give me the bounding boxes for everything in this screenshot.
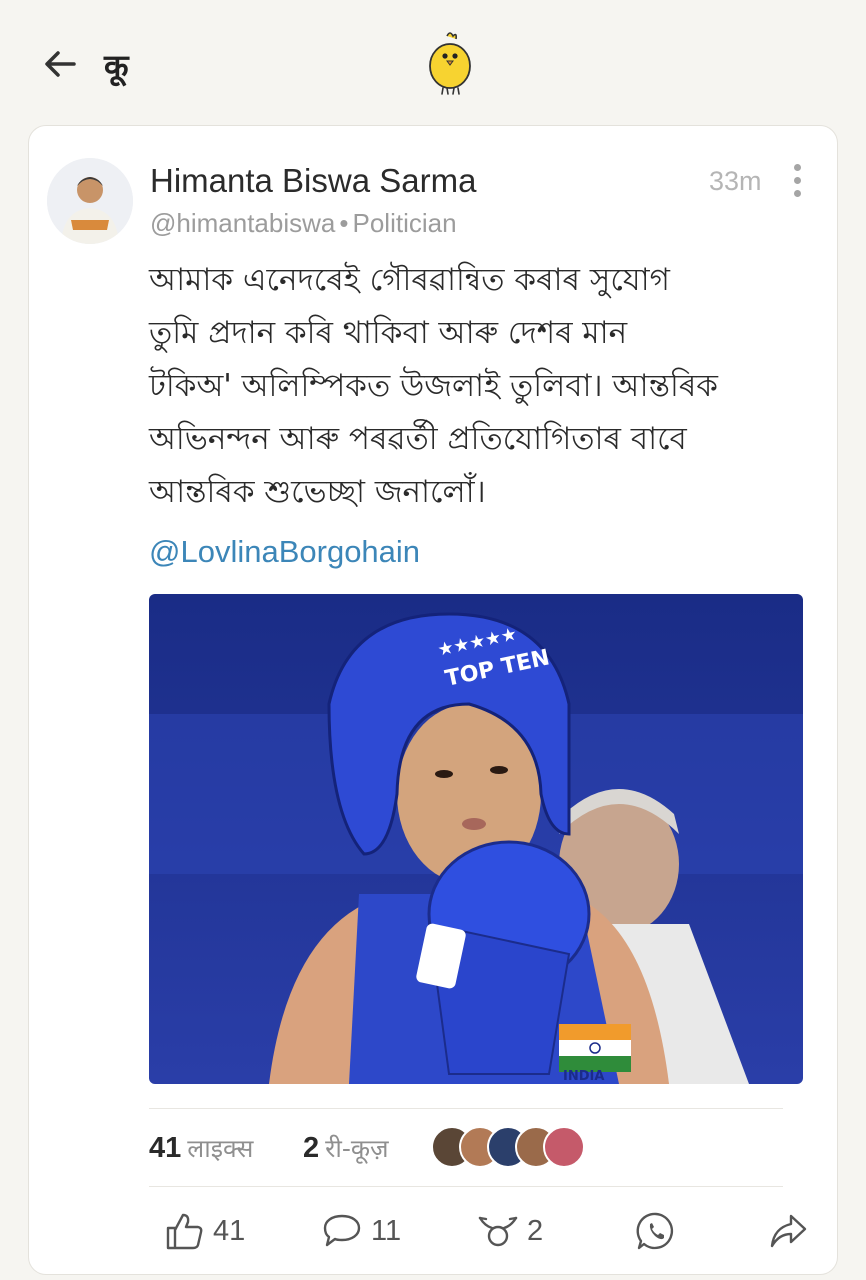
rekoos-stat[interactable]: 2 री-कूज़ (303, 1130, 389, 1165)
more-options-button[interactable] (789, 164, 805, 198)
like-button[interactable]: 41 (163, 1206, 245, 1256)
post-timestamp: 33m (709, 166, 762, 196)
post-text: আমাক এনেদৰেই গৌৰৱান্বিত কৰাৰ সুযোগ তুমি … (149, 262, 718, 510)
post-actions: 41 11 2 (149, 1206, 809, 1256)
liker-avatar (543, 1126, 585, 1168)
top-bar: कू (0, 0, 866, 125)
rekoo-icon (478, 1216, 518, 1247)
thumbs-up-icon (166, 1213, 203, 1250)
author-name[interactable]: Himanta Biswa Sarma (150, 162, 476, 200)
share-button[interactable] (767, 1206, 809, 1256)
whatsapp-icon (636, 1212, 674, 1250)
comment-count: 11 (371, 1214, 402, 1247)
likes-label: लाइक्स (187, 1134, 254, 1163)
share-arrow-icon (770, 1214, 807, 1248)
divider-top (149, 1108, 783, 1109)
rekoo-button[interactable]: 2 (477, 1206, 543, 1256)
author-avatar[interactable] (47, 158, 133, 244)
post-image[interactable]: TOP TEN ★★★★★ INDIA (149, 594, 803, 1084)
author-meta: @himantabiswa • Politician (150, 208, 457, 239)
mention-link[interactable]: @LovlinaBorgohain (149, 534, 420, 570)
author-handle[interactable]: @himantabiswa (150, 208, 335, 238)
app-title: कू (104, 47, 129, 85)
more-vertical-icon (793, 164, 801, 171)
likes-stat[interactable]: 41 लाइक्स (149, 1130, 253, 1165)
meta-separator: • (339, 208, 349, 238)
divider-bottom (149, 1186, 783, 1187)
koo-post-card: Himanta Biswa Sarma @himantabiswa • Politi… (28, 125, 838, 1275)
koo-bird-logo[interactable] (423, 28, 477, 96)
rekoos-count: 2 (303, 1132, 320, 1164)
like-count: 41 (213, 1214, 246, 1247)
post-stats: 41 लाइक्स 2 री-कूज़ (149, 1126, 789, 1172)
whatsapp-share-button[interactable] (635, 1206, 677, 1256)
jersey-text: INDIA (563, 1069, 604, 1084)
comment-button[interactable]: 11 (321, 1206, 401, 1256)
liker-avatars[interactable] (431, 1126, 601, 1170)
rekoo-count: 2 (527, 1214, 544, 1247)
rekoos-label: री-कूज़ (325, 1134, 389, 1163)
back-arrow-icon (45, 51, 76, 77)
author-role: Politician (352, 208, 457, 238)
back-button[interactable] (40, 44, 80, 84)
comment-icon (323, 1214, 361, 1247)
likes-count: 41 (149, 1132, 182, 1164)
